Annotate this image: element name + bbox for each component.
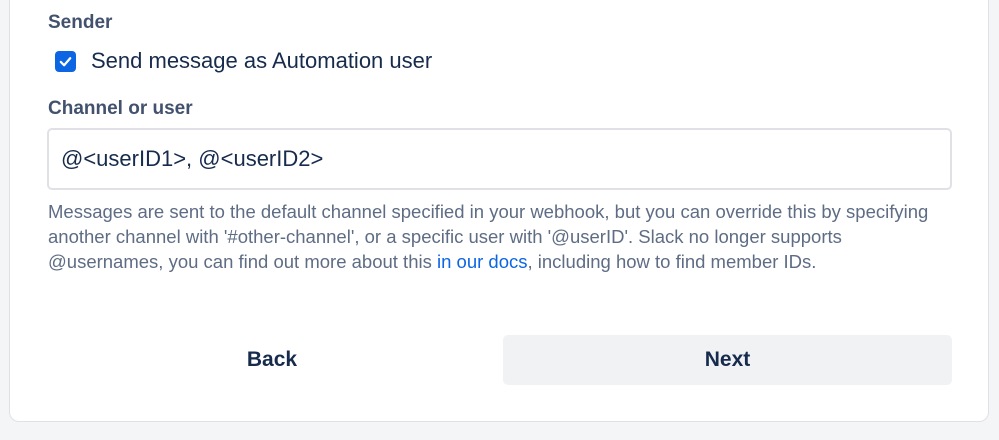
channel-or-user-input[interactable] [47,128,952,190]
back-button[interactable]: Back [48,335,496,385]
checkmark-icon [59,56,72,66]
sender-heading: Sender [48,12,113,33]
docs-link[interactable]: in our docs [437,251,528,272]
channel-help-text: Messages are sent to the default channel… [48,199,948,274]
automation-user-checkbox[interactable] [55,50,76,72]
automation-user-checkbox-row[interactable]: Send message as Automation user [55,48,432,74]
automation-user-checkbox-label[interactable]: Send message as Automation user [91,48,432,74]
next-button[interactable]: Next [503,335,952,385]
channel-or-user-heading: Channel or user [48,98,193,119]
help-text-part: , including how to find member IDs. [527,251,817,272]
